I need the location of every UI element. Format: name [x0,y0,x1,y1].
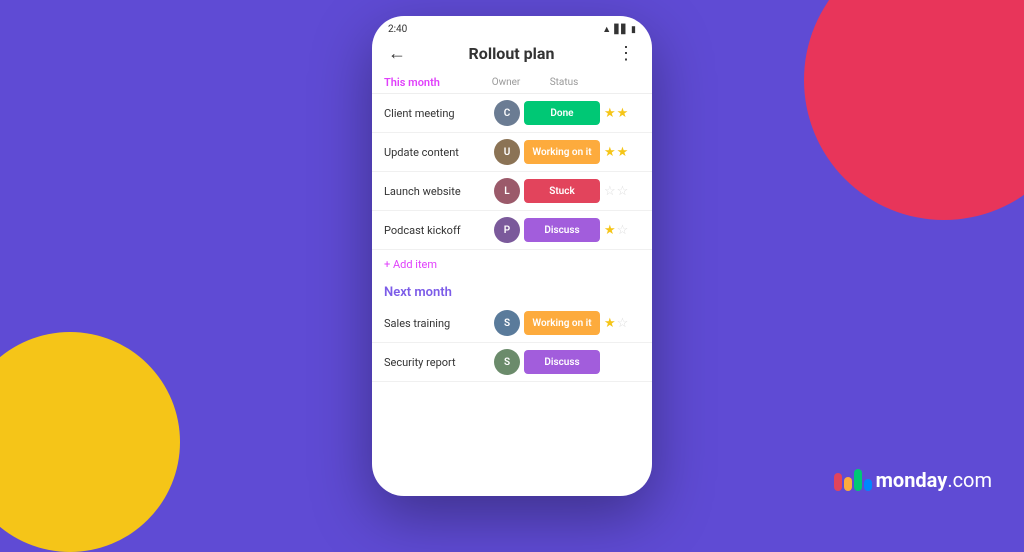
stars-cell: ★★ [604,106,640,121]
avatar: S [494,349,520,375]
status-badge[interactable]: Stuck [524,179,600,203]
star-filled[interactable]: ★ [604,145,616,160]
app-header: ← Rollout plan ⋮ [372,39,652,72]
star-filled[interactable]: ★ [604,223,616,238]
task-name: Update content [384,146,494,159]
bg-yellow-circle [0,332,180,552]
table-row[interactable]: Update contentUWorking on it ★★ [372,133,652,172]
logo-bars [834,469,872,491]
table-row[interactable]: Security reportSDiscuss [372,343,652,382]
status-badge[interactable]: Done [524,101,600,125]
status-icons: ▲ ▋▋ ▮ [602,24,636,35]
star-filled[interactable]: ★ [604,316,616,331]
tasks-this-month-section: Client meetingCDone★★Update contentUWork… [372,94,652,250]
logo-bar-2 [844,477,852,491]
task-name: Client meeting [384,107,494,120]
phone-wrapper: 2:40 ▲ ▋▋ ▮ ← Rollout plan ⋮ This month … [372,16,652,496]
stars-cell: ★☆ [604,316,640,331]
table-row[interactable]: Podcast kickoffPDiscuss ★☆ [372,211,652,250]
stars-cell: ☆☆ [604,184,640,199]
avatar: C [494,100,520,126]
status-col-label: Status [524,77,604,88]
star-filled[interactable]: ★ [604,106,616,121]
wifi-icon: ▲ [602,24,611,35]
task-name: Launch website [384,185,494,198]
battery-icon: ▮ [631,25,636,35]
star-filled[interactable]: ★ [617,145,629,160]
column-headers: This month Owner Status [372,72,652,94]
task-name: Security report [384,356,494,369]
tasks-next-month-section: Sales trainingSWorking on it★☆Security r… [372,304,652,382]
logo-text: monday.com [876,468,992,492]
stars-cell: ★☆ [604,223,640,238]
star-filled[interactable]: ★ [617,106,629,121]
back-button[interactable]: ← [388,43,406,64]
task-name: Podcast kickoff [384,224,494,237]
this-month-col-label: This month [384,76,440,89]
page-title: Rollout plan [469,44,555,63]
table-row[interactable]: Launch websiteLStuck ☆☆ [372,172,652,211]
avatar: S [494,310,520,336]
phone: 2:40 ▲ ▋▋ ▮ ← Rollout plan ⋮ This month … [372,16,652,496]
add-item-button[interactable]: + Add item [372,250,652,279]
status-badge[interactable]: Working on it [524,140,600,164]
table-row[interactable]: Sales trainingSWorking on it ★☆ [372,304,652,343]
signal-icon: ▋▋ [614,25,628,35]
bg-red-circle [804,0,1024,220]
avatar: L [494,178,520,204]
more-menu-button[interactable]: ⋮ [617,43,636,64]
table-row[interactable]: Client meetingCDone ★★ [372,94,652,133]
task-name: Sales training [384,317,494,330]
avatar: P [494,217,520,243]
status-badge[interactable]: Discuss [524,218,600,242]
stars-cell: ★★ [604,145,640,160]
logo-bar-4 [864,479,872,491]
star-empty[interactable]: ☆ [617,223,629,238]
monday-logo: monday.com [834,468,992,492]
status-badge[interactable]: Discuss [524,350,600,374]
star-empty[interactable]: ☆ [604,184,616,199]
owner-col-label: Owner [488,77,524,88]
avatar: U [494,139,520,165]
star-empty[interactable]: ☆ [617,316,629,331]
star-empty[interactable]: ☆ [617,184,629,199]
next-month-section-label: Next month [372,279,652,304]
logo-bar-1 [834,473,842,491]
time-label: 2:40 [388,24,407,35]
logo-bar-3 [854,469,862,491]
status-bar: 2:40 ▲ ▋▋ ▮ [372,16,652,39]
status-badge[interactable]: Working on it [524,311,600,335]
